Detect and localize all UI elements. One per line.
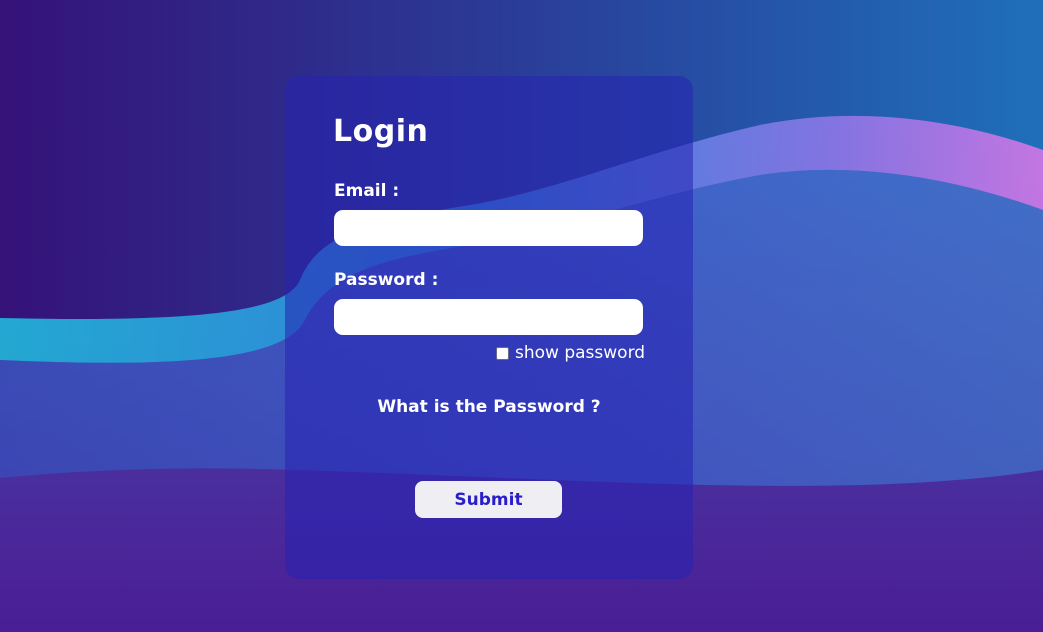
login-card: Login Email : Password : show password W…	[285, 76, 693, 579]
show-password-label[interactable]: show password	[515, 343, 645, 363]
login-title: Login	[333, 114, 429, 149]
password-input[interactable]	[334, 299, 643, 335]
show-password-checkbox[interactable]	[496, 346, 509, 360]
what-is-password-link[interactable]: What is the Password ?	[285, 397, 693, 417]
show-password-row: show password	[496, 343, 645, 363]
email-input[interactable]	[334, 210, 643, 246]
submit-button[interactable]: Submit	[415, 481, 562, 518]
password-label: Password :	[334, 270, 439, 290]
email-label: Email :	[334, 181, 400, 201]
